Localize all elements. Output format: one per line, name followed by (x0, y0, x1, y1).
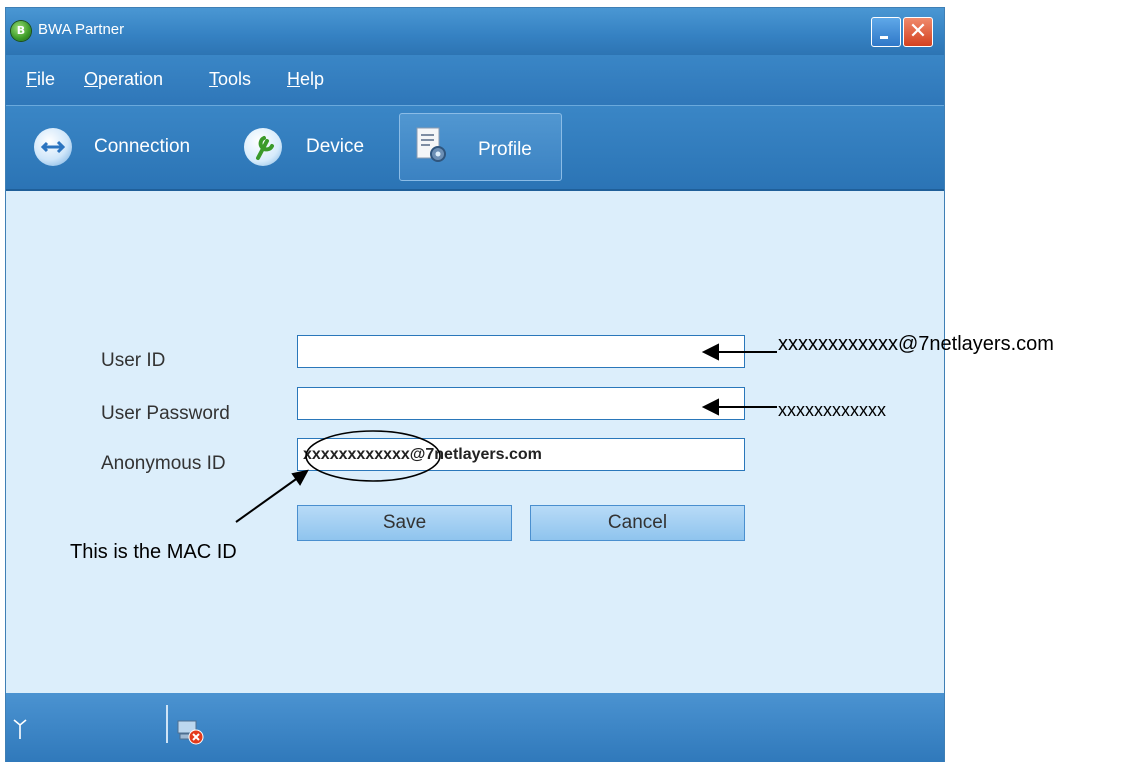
annotation-overlay (235, 343, 777, 523)
user-id-annotation: xxxxxxxxxxxx@7netlayers.com (778, 333, 1054, 355)
mac-arrow (235, 476, 300, 523)
password-annotation: xxxxxxxxxxxx (778, 400, 886, 420)
mac-annotation: This is the MAC ID (70, 541, 237, 563)
user-id-arrowhead (701, 343, 719, 361)
mac-highlight-ellipse (305, 430, 441, 482)
mac-arrowhead (291, 469, 309, 486)
password-arrowhead (701, 398, 719, 416)
